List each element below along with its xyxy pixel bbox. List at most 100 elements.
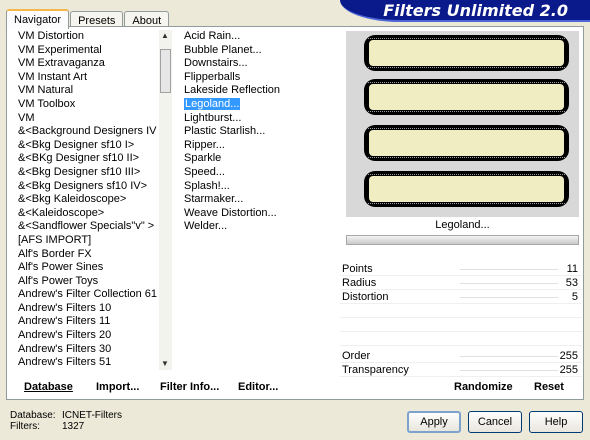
filter-item[interactable]: Acid Rain... bbox=[183, 30, 333, 44]
filter-item[interactable]: Plastic Starlish... bbox=[183, 125, 333, 139]
category-item[interactable]: &<Background Designers IV> bbox=[17, 125, 157, 139]
param-value: 255 bbox=[559, 364, 578, 376]
param-label: Points bbox=[342, 263, 373, 275]
param-value: 5 bbox=[571, 291, 578, 303]
category-item[interactable]: VM Experimental bbox=[17, 44, 157, 58]
param-row-distortion[interactable]: Distortion 5 bbox=[340, 290, 582, 304]
filter-item[interactable]: Starmaker... bbox=[183, 193, 333, 207]
filters-count-label: Filters: bbox=[10, 421, 40, 432]
reset-button[interactable]: Reset bbox=[534, 381, 564, 393]
param-slider[interactable] bbox=[460, 283, 558, 284]
filter-item[interactable]: Weave Distortion... bbox=[183, 207, 333, 221]
param-value: 255 bbox=[559, 350, 578, 362]
param-slider[interactable] bbox=[460, 370, 558, 371]
param-label: Order bbox=[342, 350, 371, 362]
filter-item[interactable]: Lightburst... bbox=[183, 112, 333, 126]
filter-item-label: Starmaker... bbox=[184, 193, 244, 206]
filter-item[interactable]: Welder... bbox=[183, 220, 333, 234]
import-button[interactable]: Import... bbox=[96, 381, 139, 393]
database-button[interactable]: Database bbox=[24, 381, 73, 393]
param-slider[interactable] bbox=[460, 269, 558, 270]
filters-count-value: 1327 bbox=[62, 421, 85, 432]
category-item[interactable]: VM Toolbox bbox=[17, 98, 157, 112]
category-item[interactable]: Alf's Border FX bbox=[17, 248, 157, 262]
param-row-empty bbox=[340, 332, 582, 346]
preview-frame bbox=[364, 125, 569, 161]
category-item[interactable]: &<Kaleidoscope> bbox=[17, 207, 157, 221]
category-item[interactable]: Alf's Power Sines bbox=[17, 261, 157, 275]
param-row-points[interactable]: Points 11 bbox=[340, 262, 582, 276]
param-row-empty bbox=[340, 318, 582, 332]
scroll-up-icon[interactable]: ▲ bbox=[161, 32, 169, 40]
category-item[interactable]: Andrew's Filters 20 bbox=[17, 329, 157, 343]
filter-item[interactable]: Speed... bbox=[183, 166, 333, 180]
category-item[interactable]: Andrew's Filters 51 bbox=[17, 356, 157, 367]
filter-item-label: Downstairs... bbox=[184, 57, 248, 70]
database-info: Database: ICNET-Filters Filters: 1327 bbox=[10, 410, 122, 432]
preview-zoom-bar[interactable] bbox=[346, 235, 579, 245]
param-slider[interactable] bbox=[460, 356, 558, 357]
editor-button[interactable]: Editor... bbox=[238, 381, 278, 393]
category-item[interactable]: VM Distortion bbox=[17, 30, 157, 44]
scroll-thumb[interactable] bbox=[160, 49, 171, 93]
category-item[interactable]: VM bbox=[17, 112, 157, 126]
randomize-button[interactable]: Randomize bbox=[454, 381, 513, 393]
category-item[interactable]: Andrew's Filters 10 bbox=[17, 302, 157, 316]
category-item[interactable]: &<Bkg Designer sf10 III> bbox=[17, 166, 157, 180]
param-row-order[interactable]: Order 255 bbox=[340, 349, 582, 363]
category-item[interactable]: VM Extravaganza bbox=[17, 57, 157, 71]
cancel-button[interactable]: Cancel bbox=[468, 411, 522, 433]
category-item[interactable]: Andrew's Filter Collection 61 bbox=[17, 288, 157, 302]
category-item[interactable]: &<BKg Designer sf10 II> bbox=[17, 152, 157, 166]
filter-item[interactable]: Lakeside Reflection bbox=[183, 84, 333, 98]
filter-item[interactable]: Ripper... bbox=[183, 139, 333, 153]
category-item[interactable]: VM Instant Art bbox=[17, 71, 157, 85]
scroll-down-icon[interactable]: ▼ bbox=[161, 360, 169, 368]
parameter-list: Points 11 Radius 53 Distortion 5 bbox=[340, 262, 582, 346]
param-slider[interactable] bbox=[460, 297, 558, 298]
filter-item[interactable]: Splash!... bbox=[183, 180, 333, 194]
filter-item[interactable]: Flipperballs bbox=[183, 71, 333, 85]
tab-navigator[interactable]: Navigator bbox=[6, 9, 70, 29]
filter-item-label: Legoland... bbox=[184, 97, 241, 110]
help-button[interactable]: Help bbox=[529, 411, 583, 433]
preview-area bbox=[346, 31, 579, 217]
category-item[interactable]: &<Bkg Kaleidoscope> bbox=[17, 193, 157, 207]
category-item[interactable]: VM Natural bbox=[17, 84, 157, 98]
category-scrollbar[interactable]: ▲ ▼ bbox=[159, 30, 172, 370]
app-title: Filters Unlimited 2.0 bbox=[383, 1, 568, 20]
filter-item-label: Lightburst... bbox=[184, 111, 242, 124]
filter-list[interactable]: Acid Rain... Bubble Planet... Downstairs..… bbox=[183, 30, 333, 367]
param-label: Radius bbox=[342, 277, 377, 289]
filter-item-label: Acid Rain... bbox=[184, 30, 241, 42]
category-item[interactable]: [AFS IMPORT] bbox=[17, 234, 157, 248]
category-item[interactable]: Andrew's Filters 11 bbox=[17, 315, 157, 329]
filter-info-button[interactable]: Filter Info... bbox=[160, 381, 219, 393]
database-label: Database: bbox=[10, 410, 56, 421]
filter-item[interactable]: Bubble Planet... bbox=[183, 44, 333, 58]
filter-item-label: Plastic Starlish... bbox=[184, 125, 266, 138]
category-list[interactable]: VM Distortion VM Experimental VM Extravaga… bbox=[17, 30, 157, 367]
filter-item-label: Ripper... bbox=[184, 138, 225, 151]
filter-item-selected[interactable]: Legoland... bbox=[183, 97, 333, 112]
preview-frame bbox=[364, 79, 569, 115]
filter-item[interactable]: Downstairs... bbox=[183, 57, 333, 71]
filter-item-label: Sparkle bbox=[184, 152, 222, 165]
database-value: ICNET-Filters bbox=[62, 410, 122, 421]
preview-filter-name: Legoland... bbox=[435, 219, 490, 231]
preview-frame bbox=[364, 171, 569, 207]
navigator-panel: VM Distortion VM Experimental VM Extravaga… bbox=[6, 26, 584, 400]
category-item[interactable]: &<Bkg Designers sf10 IV> bbox=[17, 180, 157, 194]
filter-item[interactable]: Sparkle bbox=[183, 152, 333, 166]
param-value: 53 bbox=[565, 277, 578, 289]
category-item[interactable]: Alf's Power Toys bbox=[17, 275, 157, 289]
apply-button[interactable]: Apply bbox=[407, 411, 461, 433]
category-item[interactable]: Andrew's Filters 30 bbox=[17, 343, 157, 357]
param-row-transparency[interactable]: Transparency 255 bbox=[340, 363, 582, 377]
filter-item-label: Bubble Planet... bbox=[184, 43, 262, 56]
category-item[interactable]: &<Sandflower Specials"v" > bbox=[17, 220, 157, 234]
category-item[interactable]: &<Bkg Designer sf10 I> bbox=[17, 139, 157, 153]
blend-settings: Order 255 Transparency 255 bbox=[340, 349, 582, 377]
param-row-radius[interactable]: Radius 53 bbox=[340, 276, 582, 290]
param-value: 11 bbox=[566, 263, 578, 275]
